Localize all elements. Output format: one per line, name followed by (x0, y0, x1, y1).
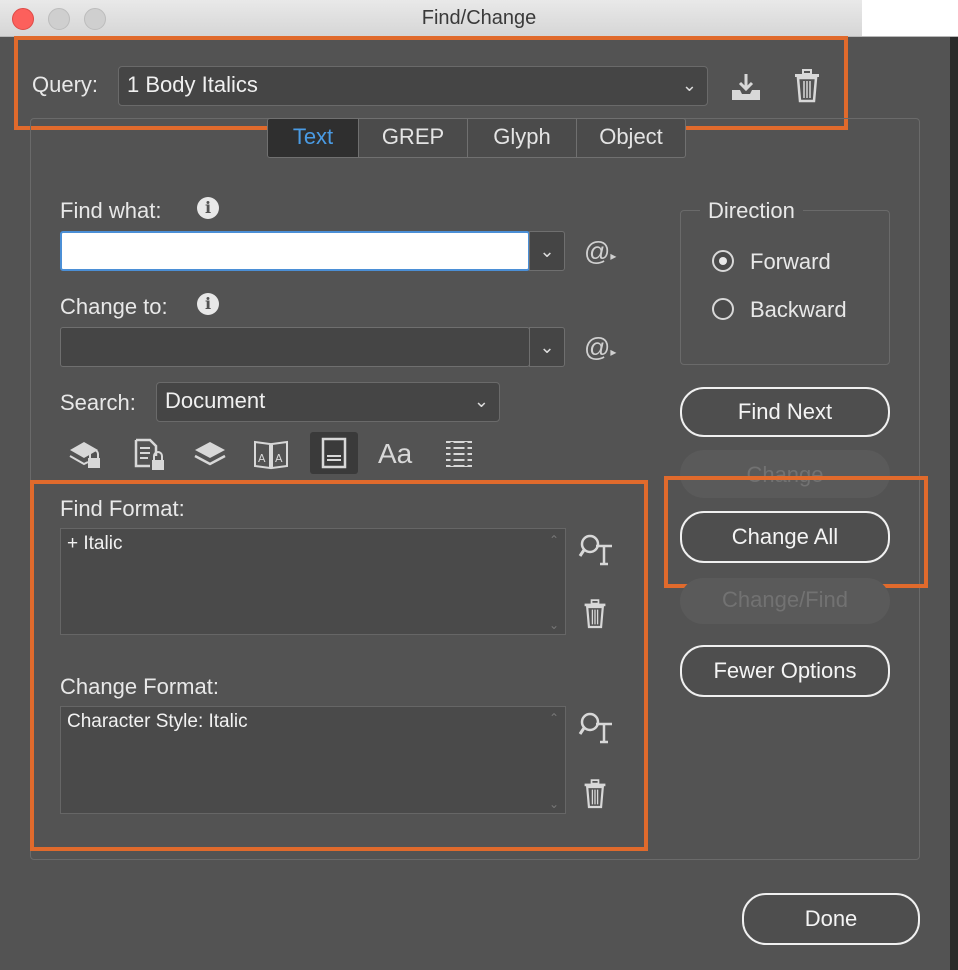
tab-glyph[interactable]: Glyph (468, 119, 577, 157)
find-what-input[interactable] (60, 231, 530, 271)
locked-layers-icon[interactable] (68, 436, 104, 472)
query-label: Query: (32, 72, 99, 97)
special-characters-icon[interactable]: @▸ (584, 332, 616, 363)
query-value: 1 Body Italics (127, 72, 258, 97)
info-icon[interactable]: i (197, 293, 219, 315)
tab-grep[interactable]: GREP (359, 119, 468, 157)
chevron-down-icon: ⌄ (539, 337, 555, 357)
change-all-button[interactable]: Change All (680, 511, 890, 563)
window-title: Find/Change (421, 7, 537, 29)
tab-text[interactable]: Text (268, 119, 359, 157)
find-next-button[interactable]: Find Next (680, 387, 890, 437)
search-scope-value: Document (165, 388, 266, 413)
info-icon[interactable]: i (197, 197, 219, 219)
chevron-down-icon: ⌄ (473, 391, 489, 411)
change-format-box[interactable]: Character Style: Italic ⌃ ⌄ (60, 706, 566, 814)
find-what-label: Find what: (60, 198, 162, 223)
scroll-up-icon[interactable]: ⌃ (549, 711, 559, 725)
backward-radio[interactable] (712, 298, 734, 320)
footnotes-icon (321, 437, 347, 469)
special-characters-icon[interactable]: @▸ (584, 236, 616, 267)
chevron-down-icon: ⌄ (539, 241, 555, 261)
change-find-button[interactable]: Change/Find (680, 578, 890, 624)
done-button[interactable]: Done (742, 893, 920, 945)
search-scope-dropdown[interactable]: Document ⌄ (156, 382, 500, 422)
direction-group (680, 210, 890, 365)
clear-change-format-icon[interactable] (582, 778, 608, 810)
change-to-input[interactable] (60, 327, 530, 367)
find-format-label: Find Format: (60, 496, 185, 521)
specify-change-format-icon[interactable] (578, 710, 614, 746)
delete-query-icon[interactable] (792, 68, 822, 104)
chevron-down-icon: ⌄ (681, 75, 697, 95)
direction-label: Direction (700, 198, 803, 224)
hidden-layers-icon[interactable] (192, 438, 228, 472)
scroll-down-icon[interactable]: ⌄ (549, 618, 559, 632)
backward-label[interactable]: Backward (750, 297, 847, 323)
whole-word-icon[interactable] (442, 436, 476, 472)
fewer-options-button[interactable]: Fewer Options (680, 645, 890, 697)
tab-bar: Text GREP Glyph Object (267, 118, 686, 158)
find-format-value: + Italic (67, 533, 123, 554)
change-format-label: Change Format: (60, 674, 219, 699)
footnotes-toggle[interactable] (310, 432, 358, 474)
forward-radio[interactable] (712, 250, 734, 272)
master-pages-icon[interactable]: AA (252, 436, 290, 472)
find-format-box[interactable]: + Italic ⌃ ⌄ (60, 528, 566, 635)
forward-label[interactable]: Forward (750, 249, 831, 275)
change-to-history-button[interactable]: ⌄ (529, 327, 565, 367)
specify-find-format-icon[interactable] (578, 532, 614, 568)
change-format-value: Character Style: Italic (67, 711, 248, 732)
find-what-history-button[interactable]: ⌄ (529, 231, 565, 271)
change-to-label: Change to: (60, 294, 168, 319)
svg-text:A: A (275, 452, 283, 465)
clear-find-format-icon[interactable] (582, 598, 608, 630)
scroll-up-icon[interactable]: ⌃ (549, 533, 559, 547)
search-label: Search: (60, 390, 136, 415)
query-dropdown[interactable]: 1 Body Italics ⌄ (118, 66, 708, 106)
tab-object[interactable]: Object (577, 119, 685, 157)
locked-stories-icon[interactable] (132, 436, 168, 472)
case-sensitive-icon[interactable]: Aa (378, 438, 412, 470)
scroll-down-icon[interactable]: ⌄ (549, 797, 559, 811)
svg-text:A: A (258, 452, 266, 465)
background-window (950, 0, 958, 970)
save-query-icon[interactable] (728, 70, 764, 104)
